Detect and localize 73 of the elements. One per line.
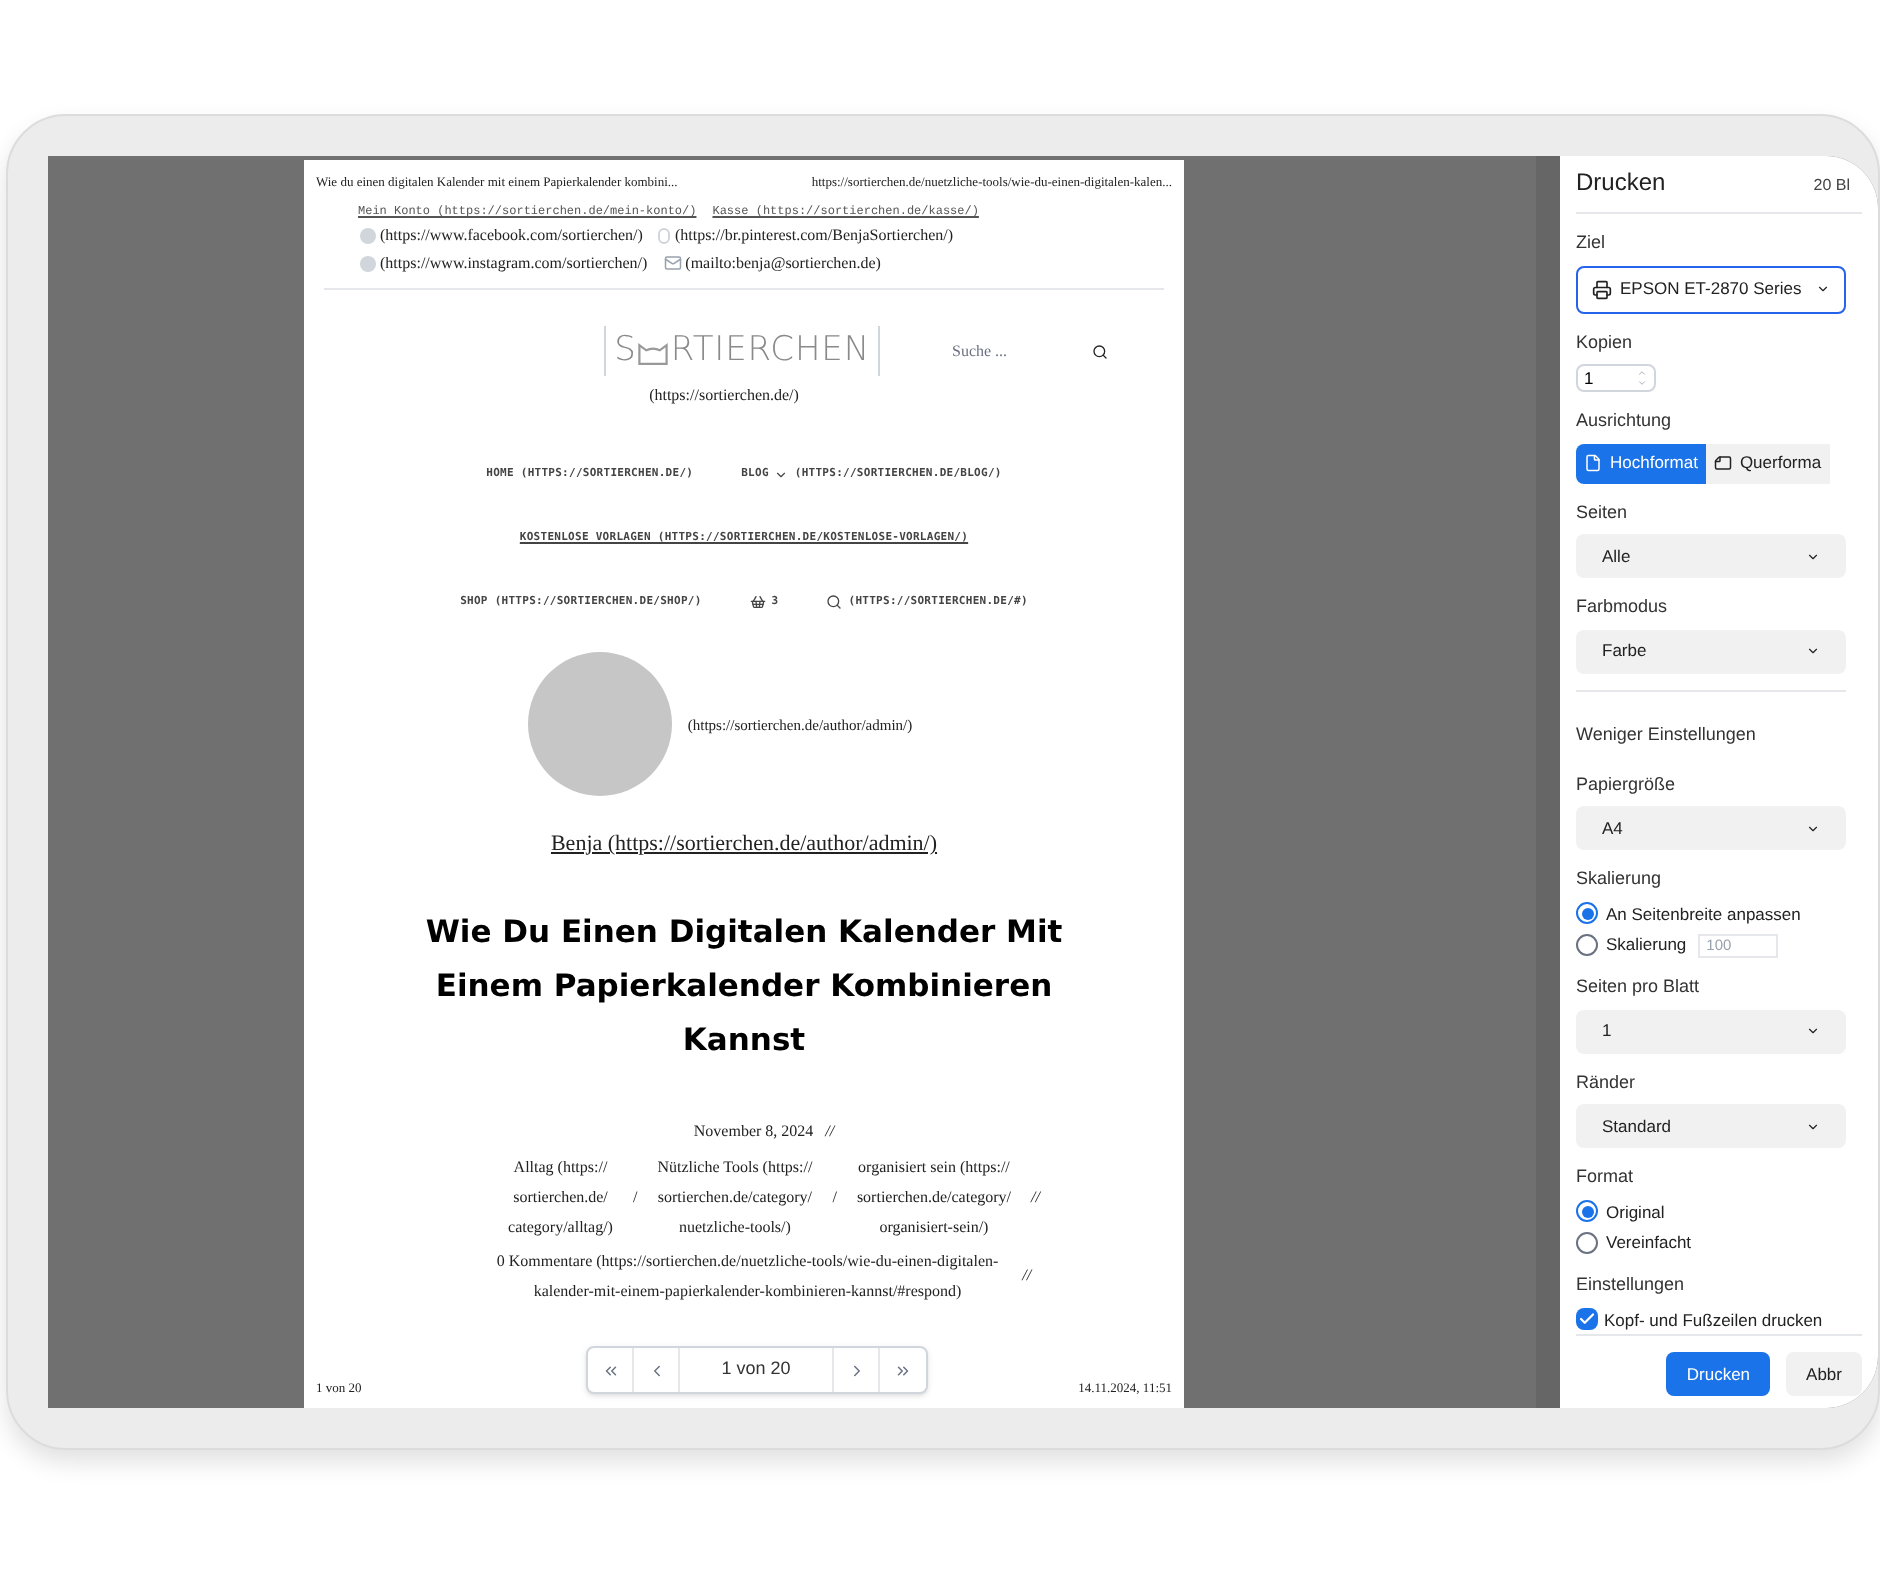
settings-toggle-link[interactable]: Weniger Einstellungen	[1576, 723, 1756, 743]
chevron-icon	[1806, 821, 1820, 835]
dropdown-select[interactable]: 1	[1576, 1009, 1846, 1053]
home-link[interactable]: (https://sortierchen.de/)	[649, 384, 799, 409]
category-link[interactable]: Alltag (https:// sortierchen.de/ category/alltag/)	[508, 1151, 613, 1242]
radio-label: Vereinfacht	[1606, 1230, 1692, 1256]
section-label: Ränder	[1576, 1069, 1638, 1095]
category-link[interactable]: Nützliche Tools (https:// sortierchen.de/category/ nuetzliche-tools/)	[657, 1151, 813, 1242]
basket-icon[interactable]	[749, 594, 766, 611]
radio-label: An Seitenbreite anpassen	[1606, 901, 1801, 927]
dropdown-select[interactable]: Alle	[1576, 534, 1846, 578]
cancel-button[interactable]: Abbr	[1786, 1352, 1862, 1396]
separator: //	[825, 1119, 835, 1144]
social-link[interactable]: (mailto:benja@sortierchen.de)	[685, 251, 881, 276]
checkbox[interactable]	[1576, 1308, 1598, 1331]
chevron-icon	[1806, 1024, 1820, 1038]
radio-label: Skalierung	[1606, 932, 1687, 958]
post-title: Wie Du Einen Digitalen Kalender Mit Einem Papierkalender Kombinieren Kannst	[424, 911, 1064, 1062]
radio-button[interactable]	[1576, 1232, 1598, 1255]
radio-button[interactable]	[1576, 902, 1598, 925]
search-icon[interactable]	[826, 594, 843, 611]
copies-field[interactable]: 1	[1576, 364, 1656, 392]
separator: //	[1022, 1264, 1032, 1289]
chevron-icon	[1806, 644, 1820, 658]
pin-icon	[658, 227, 671, 244]
social-link[interactable]: (https://br.pinterest.com/BenjaSortierchen/)	[674, 223, 954, 248]
separator: /	[832, 1185, 837, 1210]
author-name-link[interactable]: Benja (https://sortierchen.de/author/admin/)	[550, 828, 938, 862]
social-link[interactable]: (https://www.facebook.com/sortierchen/)	[380, 223, 643, 248]
destination-select[interactable]: EPSON ET-2870 Series	[1576, 265, 1846, 313]
sheet-count: 20 Bl	[1813, 174, 1850, 198]
section-label: Farbmodus	[1576, 594, 1670, 620]
page-indicator: 1 von 20	[680, 1348, 834, 1392]
page-icon	[1713, 454, 1732, 472]
orientation-tab[interactable]: Hochformat	[1576, 443, 1706, 483]
chevron-icon	[1806, 1119, 1820, 1133]
printer-icon	[1592, 279, 1612, 299]
radio-button[interactable]	[1576, 1200, 1598, 1223]
section-label: Skalierung	[1576, 866, 1664, 892]
search-field[interactable]: Suche ...	[952, 339, 1092, 363]
cat-face-icon	[636, 337, 671, 365]
section-label: Papiergröße	[1576, 771, 1678, 798]
radio-button[interactable]	[1576, 934, 1598, 957]
comments-link[interactable]: 0 Kommentare (https://sortierchen.de/nuetzliche-tools/wie-du-einen-digitalen- kalender-mit-einem-papierkalender-kombinieren-kannst/#respond)	[496, 1245, 999, 1306]
page-icon	[1584, 454, 1602, 472]
section-label: Kopien	[1576, 329, 1635, 356]
post-date: November 8, 2024	[693, 1119, 814, 1144]
separator: //	[1031, 1185, 1040, 1210]
chevron-icon	[1816, 282, 1830, 296]
site-logo[interactable]: S RTIERCHEN	[604, 325, 880, 377]
mail-icon	[663, 254, 682, 273]
dropdown-select[interactable]: Farbe	[1576, 629, 1846, 673]
checkbox-label: Kopf- und Fußzeilen drucken	[1604, 1307, 1823, 1333]
separator: /	[632, 1185, 638, 1210]
dropdown-select[interactable]: A4	[1576, 806, 1846, 850]
orientation-tab[interactable]: Querforma	[1705, 443, 1830, 483]
caret-icon	[774, 467, 789, 482]
dropdown-select[interactable]: Standard	[1576, 1104, 1846, 1148]
category-link[interactable]: organisiert sein (https:// sortierchen.de/category/ organisiert-sein/)	[856, 1151, 1012, 1242]
double-chevron-left-icon	[601, 1361, 619, 1379]
section-label: Seiten	[1576, 499, 1630, 525]
panel-title: Drucken	[1576, 166, 1666, 200]
double-chevron-right-icon	[894, 1361, 912, 1379]
section-label: Seiten pro Blatt	[1576, 974, 1702, 1000]
section-label: Ausrichtung	[1576, 408, 1674, 434]
section-label: Format	[1576, 1164, 1636, 1190]
social-link[interactable]: (https://www.instagram.com/sortierchen/)	[380, 251, 648, 276]
section-label: Einstellungen	[1576, 1272, 1687, 1298]
radio-label: Original	[1606, 1199, 1665, 1225]
section-label: Ziel	[1576, 230, 1608, 256]
search-icon[interactable]	[1092, 343, 1108, 359]
print-button[interactable]: Drucken	[1666, 1352, 1771, 1396]
chevron-icon	[1806, 549, 1820, 563]
